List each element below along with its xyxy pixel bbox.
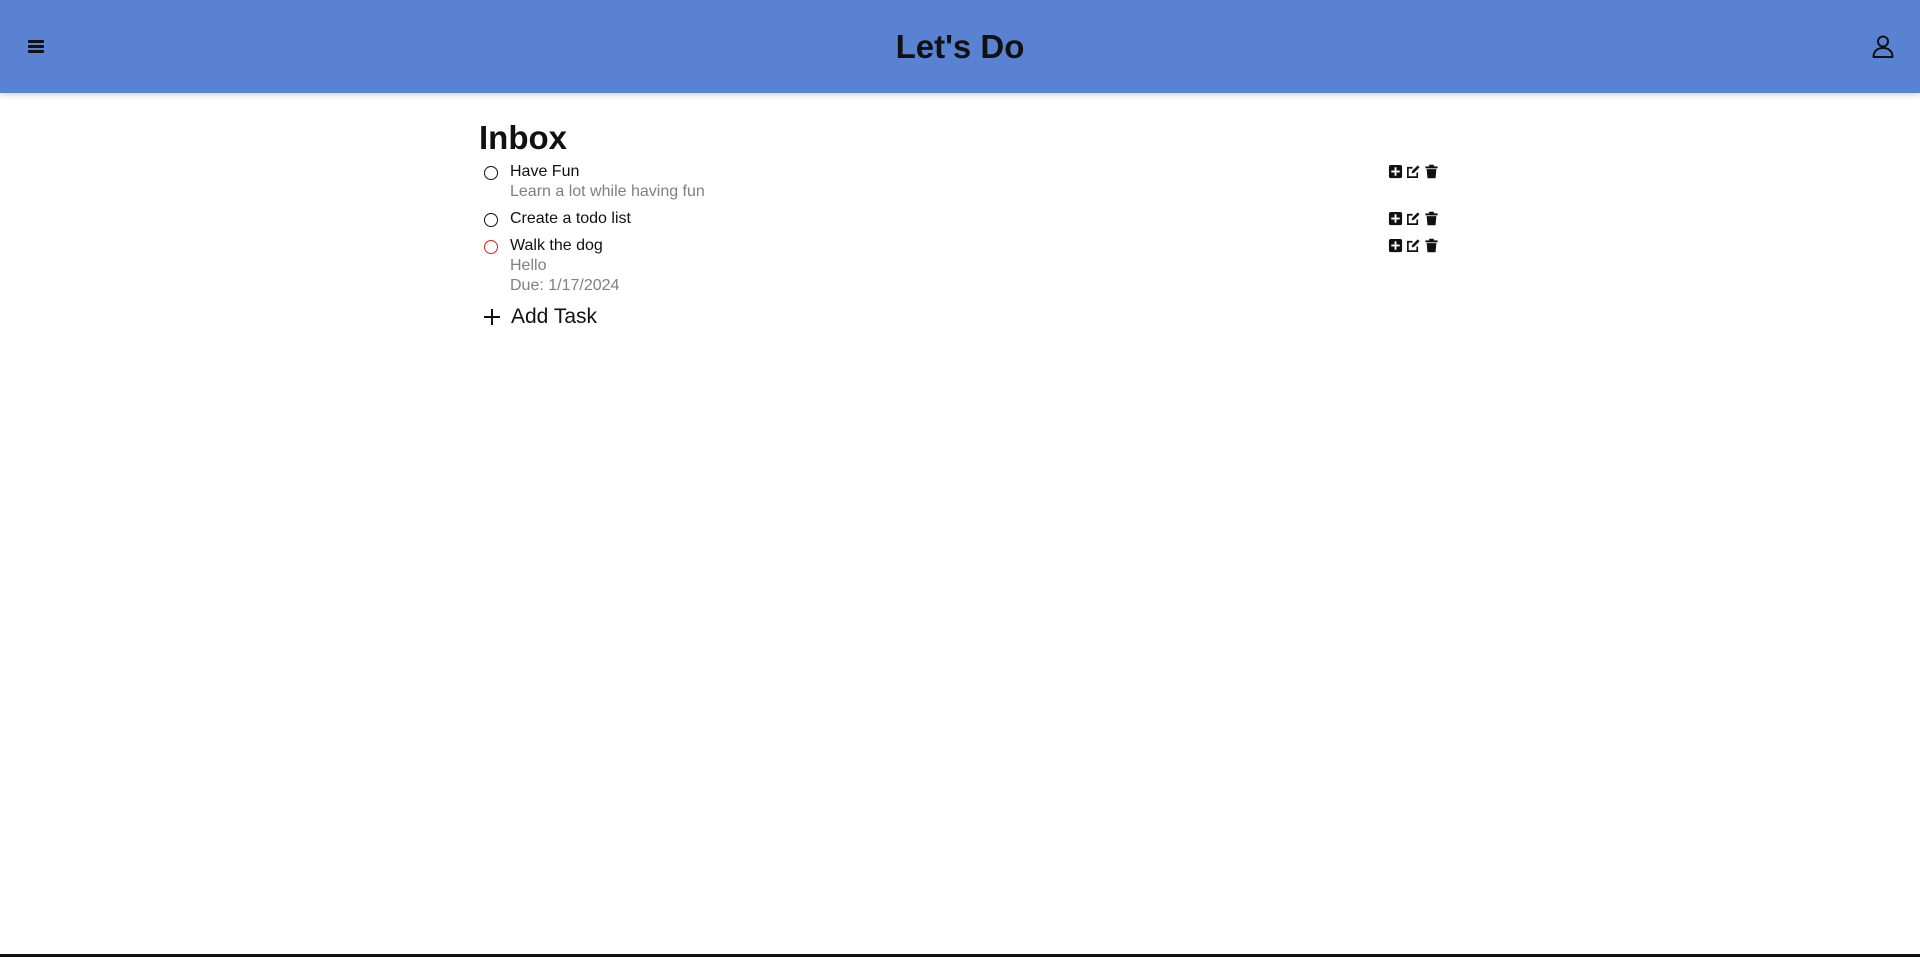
edit-icon[interactable] <box>1406 238 1421 253</box>
task-item[interactable]: Have Fun Learn a lot while having fun <box>479 162 1439 202</box>
page-title: Inbox <box>479 119 567 156</box>
add-subtask-icon[interactable] <box>1388 164 1403 179</box>
task-list: Have Fun Learn a lot while having fun Cr… <box>479 162 1439 296</box>
edit-icon[interactable] <box>1406 164 1421 179</box>
task-name: Walk the dog <box>510 237 603 254</box>
plus-icon <box>484 309 500 325</box>
task-item[interactable]: Walk the dog Hello Due: 1/17/2024 <box>479 236 1439 296</box>
add-subtask-icon[interactable] <box>1388 238 1403 253</box>
complete-task-checkbox[interactable] <box>484 213 498 227</box>
task-name: Have Fun <box>510 163 580 180</box>
task-actions <box>1388 238 1439 253</box>
task-description: Learn a lot while having fun <box>510 183 705 200</box>
task-actions <box>1388 211 1439 226</box>
add-task-label: Add Task <box>511 305 597 328</box>
delete-icon[interactable] <box>1424 211 1439 226</box>
complete-task-checkbox[interactable] <box>484 166 498 180</box>
hamburger-menu-icon[interactable] <box>24 34 48 58</box>
inbox-section: Inbox Have Fun Learn a lot while having … <box>479 118 1439 331</box>
app-page: Let's Do Inbox Have Fun Learn a lot whil… <box>0 0 1920 957</box>
task-actions <box>1388 164 1439 179</box>
complete-task-checkbox-priority[interactable] <box>484 240 498 254</box>
app-header: Let's Do <box>0 0 1920 93</box>
task-due-date: Due: 1/17/2024 <box>510 277 620 294</box>
user-profile-icon[interactable] <box>1870 33 1896 59</box>
task-item[interactable]: Create a todo list <box>479 209 1439 229</box>
delete-icon[interactable] <box>1424 164 1439 179</box>
add-task-button[interactable]: Add Task <box>479 303 619 331</box>
add-subtask-icon[interactable] <box>1388 211 1403 226</box>
edit-icon[interactable] <box>1406 211 1421 226</box>
task-description: Hello <box>510 257 547 274</box>
delete-icon[interactable] <box>1424 238 1439 253</box>
task-name: Create a todo list <box>510 210 631 227</box>
app-title: Let's Do <box>895 28 1025 65</box>
